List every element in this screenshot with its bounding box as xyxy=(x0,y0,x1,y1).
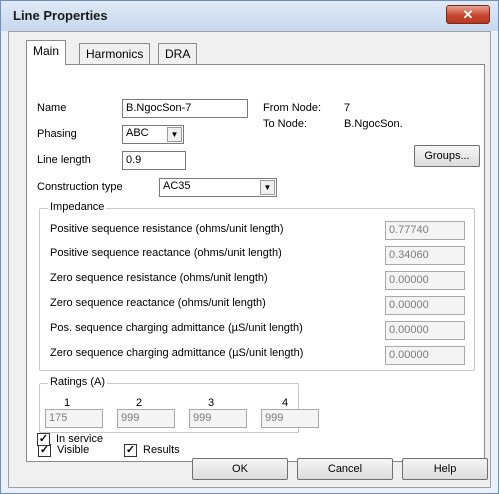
from-node-label: From Node: xyxy=(263,102,322,114)
rating-header-3: 3 xyxy=(208,397,215,409)
close-button[interactable]: ✕ xyxy=(446,5,490,24)
impedance-group: Impedance Positive sequence resistance (… xyxy=(39,201,475,371)
line-length-label: Line length xyxy=(37,154,91,166)
results-label: Results xyxy=(143,444,180,456)
pos-seq-admittance-label: Pos. sequence charging admittance (µS/un… xyxy=(50,322,303,334)
to-node-label: To Node: xyxy=(263,118,308,130)
tab-harmonics[interactable]: Harmonics xyxy=(79,43,151,64)
phasing-label: Phasing xyxy=(37,128,77,140)
phasing-select[interactable]: ABC ▼ xyxy=(122,125,184,144)
rating-header-2: 2 xyxy=(136,397,143,409)
pos-seq-reactance-label: Positive sequence reactance (ohms/unit l… xyxy=(50,247,282,259)
zero-seq-admittance-label: Zero sequence charging admittance (µS/un… xyxy=(50,347,304,359)
zero-seq-admittance-field: 0.00000 xyxy=(385,346,465,365)
line-properties-window: Line Properties ✕ Main Harmonics DRA Nam… xyxy=(0,0,499,494)
from-node-value: 7 xyxy=(344,102,351,114)
zero-seq-resistance-field: 0.00000 xyxy=(385,271,465,290)
rating-4-field: 999 xyxy=(261,409,319,428)
groups-button[interactable]: Groups... xyxy=(414,145,480,167)
chevron-down-icon[interactable]: ▼ xyxy=(167,127,182,142)
construction-type-select[interactable]: AC35 ▼ xyxy=(159,178,277,197)
in-service-checkbox[interactable]: ✓ xyxy=(37,433,50,446)
pos-seq-reactance-field: 0.34060 xyxy=(385,246,465,265)
title-bar[interactable]: Line Properties ✕ xyxy=(1,1,498,31)
rating-1-field: 175 xyxy=(45,409,103,428)
results-checkbox[interactable]: ✓ xyxy=(124,444,137,457)
window-title: Line Properties xyxy=(13,8,108,23)
construction-type-value: AC35 xyxy=(163,180,191,192)
cancel-button[interactable]: Cancel xyxy=(297,458,393,480)
name-input[interactable]: B.NgocSon-7 xyxy=(122,99,248,118)
zero-seq-resistance-label: Zero sequence resistance (ohms/unit leng… xyxy=(50,272,268,284)
pos-seq-resistance-label: Positive sequence resistance (ohms/unit … xyxy=(50,223,284,235)
help-button[interactable]: Help xyxy=(402,458,488,480)
impedance-legend: Impedance xyxy=(48,201,107,213)
visible-label: Visible xyxy=(57,444,90,456)
dialog-body: Main Harmonics DRA Name B.NgocSon-7 From… xyxy=(8,31,491,488)
ratings-group: Ratings (A) 1 2 3 4 175 999 999 999 xyxy=(39,376,319,433)
rating-header-4: 4 xyxy=(282,397,289,409)
in-service-label: In service xyxy=(56,433,104,445)
close-icon: ✕ xyxy=(462,7,474,22)
rating-header-1: 1 xyxy=(64,397,71,409)
phasing-value: ABC xyxy=(126,127,149,139)
chevron-down-icon[interactable]: ▼ xyxy=(260,180,275,195)
construction-type-label: Construction type xyxy=(37,181,123,193)
name-label: Name xyxy=(37,102,67,114)
zero-seq-reactance-label: Zero sequence reactance (ohms/unit lengt… xyxy=(50,297,266,309)
main-tab-panel: Name B.NgocSon-7 From Node: 7 To Node: B… xyxy=(26,64,485,462)
rating-2-field: 999 xyxy=(117,409,175,428)
line-length-input[interactable]: 0.9 xyxy=(122,151,186,170)
tab-dra[interactable]: DRA xyxy=(158,43,198,64)
ok-button[interactable]: OK xyxy=(192,458,288,480)
ratings-legend: Ratings (A) xyxy=(48,376,108,388)
tab-main[interactable]: Main xyxy=(26,40,67,65)
zero-seq-reactance-field: 0.00000 xyxy=(385,296,465,315)
pos-seq-admittance-field: 0.00000 xyxy=(385,321,465,340)
rating-3-field: 999 xyxy=(189,409,247,428)
pos-seq-resistance-field: 0.77740 xyxy=(385,221,465,240)
to-node-value: B.NgocSon. xyxy=(344,118,403,130)
